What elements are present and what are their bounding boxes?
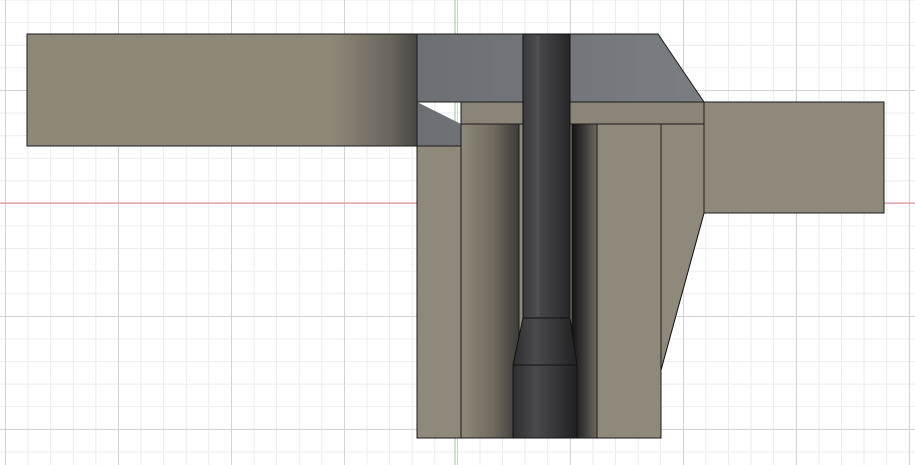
- right-arm[interactable]: [703, 101, 885, 214]
- model-canvas[interactable]: [0, 0, 915, 465]
- right-taper-face: [660, 123, 705, 371]
- center-pin[interactable]: [512, 33, 578, 439]
- left-arm[interactable]: [26, 33, 418, 147]
- 3d-viewport[interactable]: [0, 0, 915, 465]
- inner-wall-right: [596, 123, 662, 439]
- inner-cavity-left: [460, 123, 520, 439]
- inner-flange: [460, 101, 705, 125]
